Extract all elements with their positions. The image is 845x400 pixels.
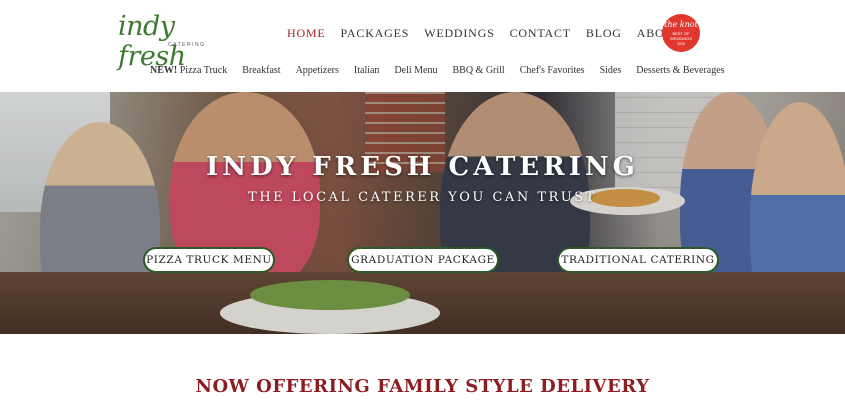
nav-item-contact[interactable]: CONTACT — [510, 26, 571, 41]
hero-banner: INDY FRESH CATERING THE LOCAL CATERER YO… — [0, 92, 845, 334]
nav-item-packages[interactable]: PACKAGES — [341, 26, 410, 41]
traditional-catering-button[interactable]: TRADITIONAL CATERING — [557, 247, 719, 273]
logo-subtitle: CATERING — [168, 42, 206, 48]
hero-title: INDY FRESH CATERING — [206, 152, 639, 182]
sub-nav-chefs-favorites[interactable]: Chef's Favorites — [520, 65, 585, 76]
new-label: NEW! — [150, 65, 178, 76]
hero-overlay — [0, 92, 845, 334]
sub-nav-pizza-truck-label: Pizza Truck — [177, 65, 228, 76]
sub-nav-breakfast[interactable]: Breakfast — [242, 65, 280, 76]
graduation-package-button[interactable]: GRADUATION PACKAGE — [347, 247, 499, 273]
sub-nav-appetizers[interactable]: Appetizers — [296, 65, 339, 76]
pizza-truck-menu-button[interactable]: PIZZA TRUCK MENU — [143, 247, 275, 273]
sub-nav-deli-menu[interactable]: Deli Menu — [394, 65, 437, 76]
badge-brand: the knot — [664, 20, 698, 29]
nav-item-weddings[interactable]: WEDDINGS — [424, 26, 494, 41]
sub-nav-italian[interactable]: Italian — [354, 65, 380, 76]
sub-nav-pizza-truck[interactable]: NEW! Pizza Truck — [150, 65, 227, 76]
nav-item-home[interactable]: HOME — [287, 26, 326, 41]
logo[interactable]: indy fresh CATERING — [118, 12, 214, 72]
main-navigation: HOME PACKAGES WEDDINGS CONTACT BLOG ABOU… — [287, 26, 697, 41]
the-knot-award-badge[interactable]: the knot BEST OF WEDDINGS 2020 — [662, 14, 700, 52]
sub-nav-sides[interactable]: Sides — [600, 65, 622, 76]
sub-nav-desserts-beverages[interactable]: Desserts & Beverages — [636, 65, 724, 76]
sub-nav-bbq-grill[interactable]: BBQ & Grill — [452, 65, 504, 76]
badge-award: BEST OF WEDDINGS — [670, 31, 692, 41]
site-header: indy fresh CATERING HOME PACKAGES WEDDIN… — [0, 0, 845, 92]
hero-subtitle: THE LOCAL CATERER YOU CAN TRUST — [248, 190, 597, 205]
menu-category-navigation: NEW! Pizza Truck Breakfast Appetizers It… — [150, 65, 740, 76]
section-heading: NOW OFFERING FAMILY STYLE DELIVERY — [195, 376, 650, 397]
badge-year: 2020 — [677, 42, 685, 46]
nav-item-blog[interactable]: BLOG — [586, 26, 622, 41]
